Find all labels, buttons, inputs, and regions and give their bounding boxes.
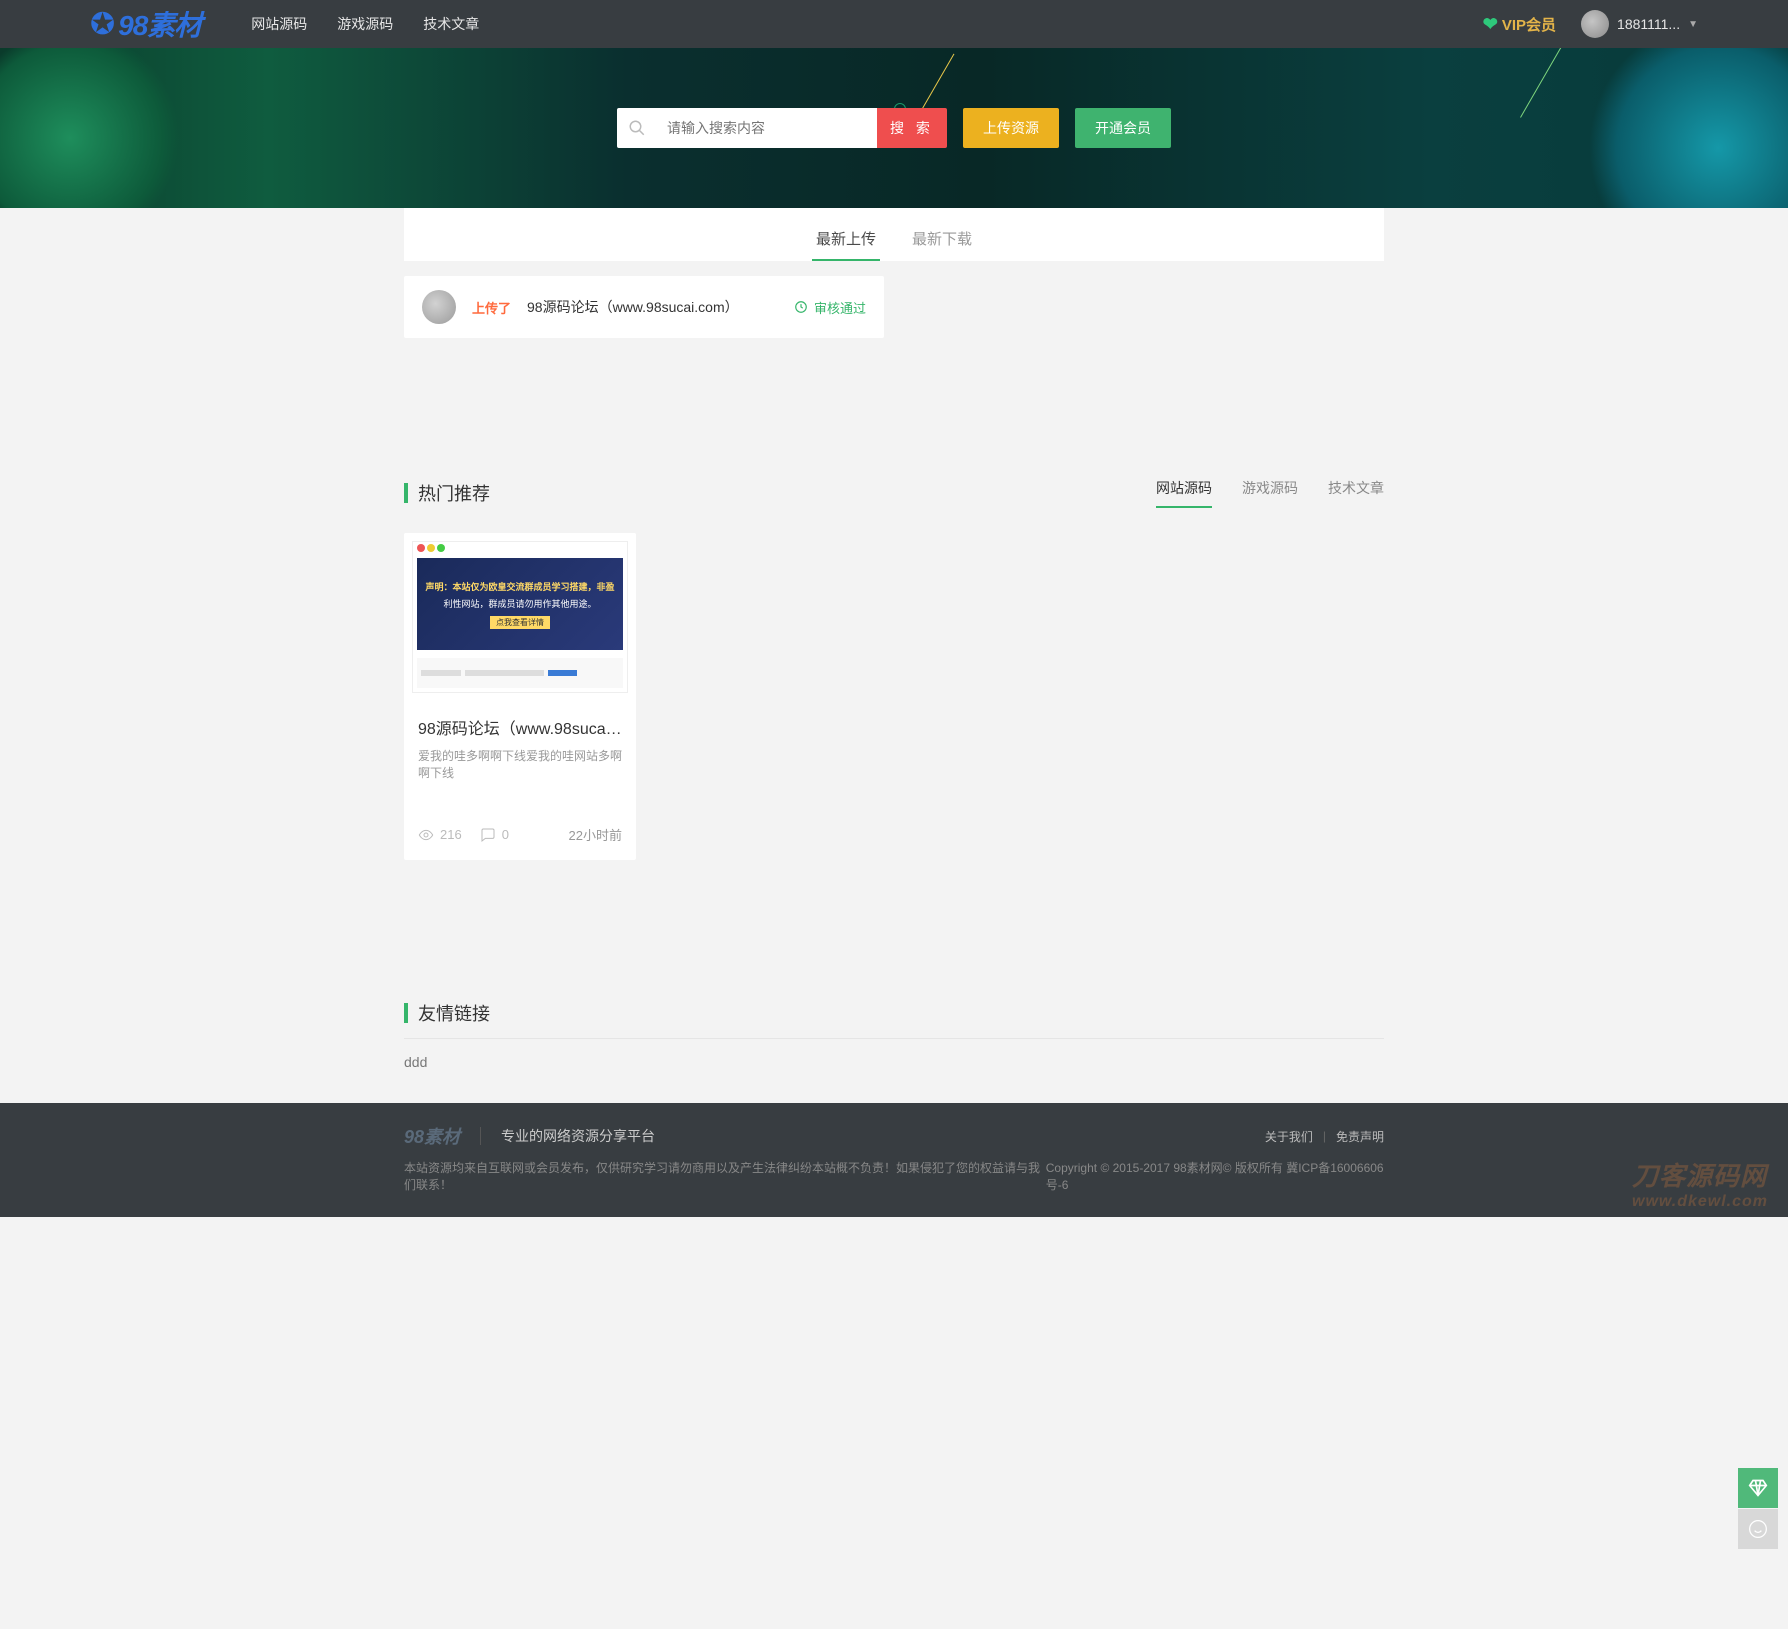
float-vip-button[interactable] [1738,1468,1778,1508]
tab-latest-download[interactable]: 最新下载 [908,220,976,261]
heart-icon: ❤ [1483,14,1498,35]
footer-link-disclaimer[interactable]: 免责声明 [1336,1128,1384,1145]
clock-icon [794,300,808,314]
card-body: 98源码论坛（www.98sucai.co... 爱我的哇多啊啊下线爱我的哇网站… [404,701,636,860]
hot-section-head: 热门推荐 网站源码 游戏源码 技术文章 [404,478,1384,508]
footer-copyright: Copyright © 2015-2017 98素材网© 版权所有 冀ICP备1… [1046,1159,1384,1193]
nav-item-game-source[interactable]: 游戏源码 [337,14,393,34]
friend-links-list: ddd [404,1038,1384,1085]
search-row: 搜 索 上传资源 开通会员 [617,108,1171,148]
search-box: 搜 索 [617,108,947,148]
section-title: 热门推荐 [418,480,490,506]
nav-right: ❤ VIP会员 1881111... ▼ [1483,10,1698,38]
primary-nav: 网站源码 游戏源码 技术文章 [251,14,479,34]
open-member-button[interactable]: 开通会员 [1075,108,1171,148]
search-input[interactable] [657,108,877,148]
friend-link[interactable]: ddd [404,1054,427,1070]
diamond-icon [1748,1478,1768,1498]
hero-banner: 搜 索 上传资源 开通会员 [0,48,1788,208]
top-nav: ✪ 98素材 网站源码 游戏源码 技术文章 ❤ VIP会员 1881111...… [0,0,1788,48]
footer-divider [480,1127,481,1145]
smile-icon [1748,1519,1768,1539]
footer-logo: 98素材 [404,1123,460,1149]
card-description: 爱我的哇多啊啊下线爱我的哇网站多啊啊下线 [418,747,622,781]
upload-item-title: 98源码论坛（www.98sucai.com） [527,297,739,317]
float-feedback-button[interactable] [1738,1509,1778,1549]
resource-card[interactable]: 声明：本站仅为欧皇交流群成员学习搭建，非盈 利性网站，群成员请勿用作其他用途。 … [404,533,636,860]
card-thumbnail: 声明：本站仅为欧皇交流群成员学习搭建，非盈 利性网站，群成员请勿用作其他用途。 … [404,533,636,701]
tab-latest-upload[interactable]: 最新上传 [812,220,880,261]
avatar [422,290,456,324]
nav-item-tech-article[interactable]: 技术文章 [423,14,479,34]
vip-label: VIP会员 [1502,14,1556,35]
comment-icon [480,827,496,843]
upload-status: 审核通过 [794,298,866,317]
hot-tab-tech-article[interactable]: 技术文章 [1328,478,1384,508]
upload-item[interactable]: 上传了 98源码论坛（www.98sucai.com） 审核通过 [404,276,884,338]
feed-tabs: 最新上传 最新下载 [404,208,1384,261]
search-icon-wrap [617,108,657,148]
upload-resource-button[interactable]: 上传资源 [963,108,1059,148]
float-actions [1738,1468,1778,1549]
footer-link-about[interactable]: 关于我们 [1265,1128,1313,1145]
logo-text: 98素材 [118,4,201,44]
vip-badge[interactable]: ❤ VIP会员 [1483,14,1556,35]
eye-icon [418,827,434,843]
search-icon [628,119,646,137]
thumb-cta: 点我查看详情 [490,616,550,629]
section-title: 友情链接 [418,1000,490,1026]
upload-action-label: 上传了 [472,298,511,317]
thumb-text: 利性网站，群成员请勿用作其他用途。 [443,597,596,610]
site-logo[interactable]: ✪ 98素材 [90,4,201,44]
card-footer: 216 0 22小时前 [418,825,622,844]
user-menu[interactable]: 1881111... ▼ [1581,10,1698,38]
nav-item-website-source[interactable]: 网站源码 [251,14,307,34]
views-count: 216 [440,827,462,842]
upload-status-text: 审核通过 [814,298,866,317]
avatar [1581,10,1609,38]
section-bar [404,483,408,503]
card-grid: 声明：本站仅为欧皇交流群成员学习搭建，非盈 利性网站，群成员请勿用作其他用途。 … [404,533,1384,860]
card-timestamp: 22小时前 [569,825,622,844]
logo-icon: ✪ [90,7,115,42]
chevron-down-icon: ▼ [1688,19,1698,30]
thumb-text: 声明：本站仅为欧皇交流群成员学习搭建，非盈 [425,580,614,593]
footer-disclaimer-text: 本站资源均来自互联网或会员发布，仅供研究学习请勿商用以及产生法律纠纷本站概不负责… [404,1159,1046,1193]
decor-line [1520,48,1566,118]
watermark: 刀客源码网 www.dkewl.com [1632,1156,1768,1211]
comments-count: 0 [502,827,509,842]
footer-separator: | [1323,1129,1326,1143]
section-bar [404,1003,408,1023]
site-footer: 98素材 专业的网络资源分享平台 关于我们 | 免责声明 本站资源均来自互联网或… [0,1103,1788,1217]
friends-section: 友情链接 ddd [404,1000,1384,1085]
hot-tabs: 网站源码 游戏源码 技术文章 [1156,478,1384,508]
hot-tab-website-source[interactable]: 网站源码 [1156,478,1212,508]
card-title: 98源码论坛（www.98sucai.co... [418,715,622,739]
search-button[interactable]: 搜 索 [877,108,947,148]
username: 1881111... [1617,16,1680,32]
hot-tab-game-source[interactable]: 游戏源码 [1242,478,1298,508]
footer-slogan: 专业的网络资源分享平台 [501,1126,655,1146]
